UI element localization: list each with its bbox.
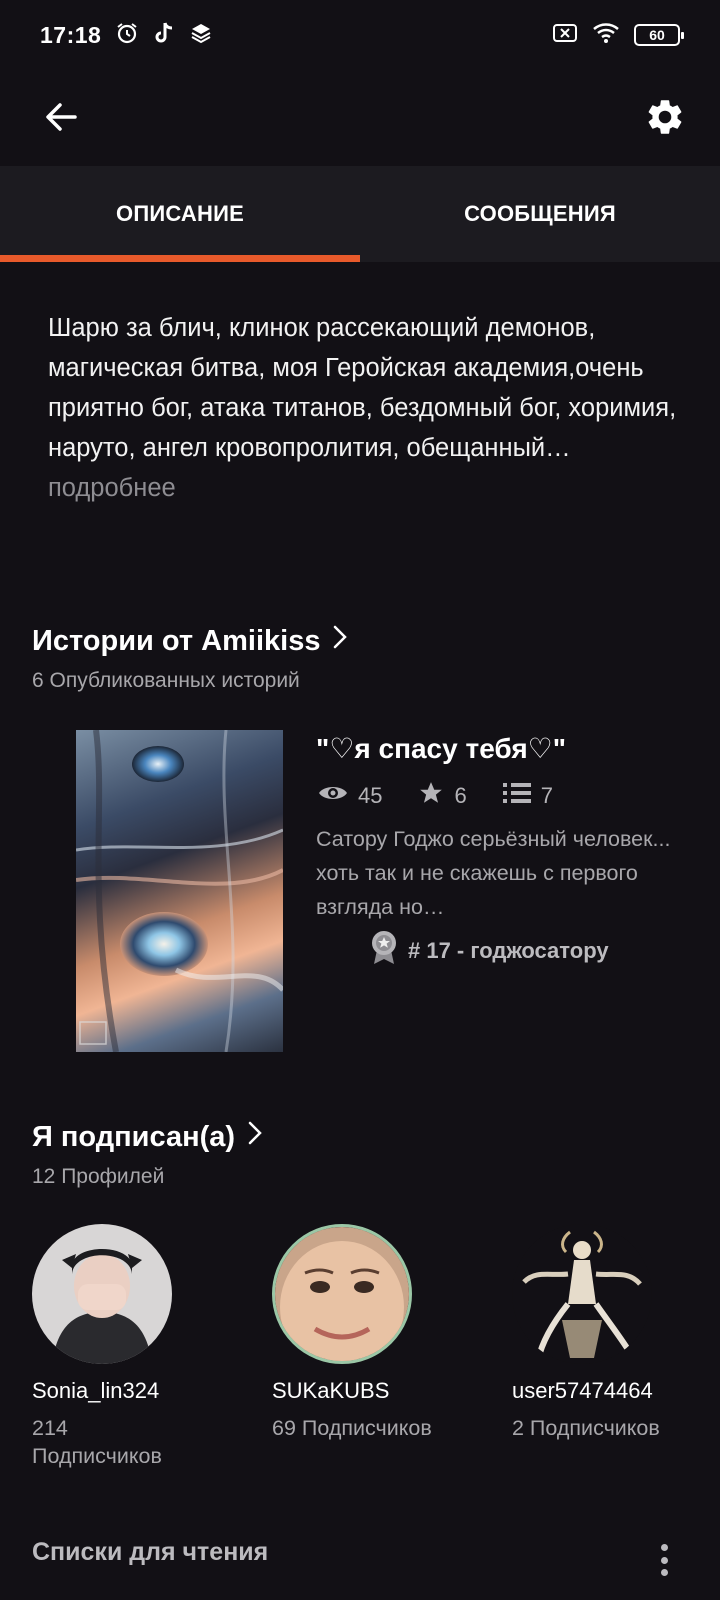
tab-messages[interactable]: СООБЩЕНИЯ [360, 166, 720, 262]
following-section-header[interactable]: Я подписан(а) [32, 1120, 263, 1154]
profile-name: SUKaKUBS [272, 1378, 390, 1403]
stories-section-title: Истории от Amiikiss [32, 624, 321, 657]
following-section-title: Я подписан(а) [32, 1120, 236, 1153]
profile-card[interactable]: Sonia_lin324 214 Подписчиков [32, 1224, 232, 1470]
star-icon [418, 780, 444, 812]
alarm-icon [115, 21, 139, 50]
avatar [512, 1224, 652, 1364]
read-more-link[interactable]: подробнее [48, 474, 176, 502]
story-cover-image[interactable] [76, 730, 283, 1052]
tiktok-icon [153, 21, 175, 50]
layers-icon [189, 21, 213, 50]
profile-name: user57474464 [512, 1378, 653, 1403]
chevron-right-icon [247, 1120, 263, 1154]
profile-card[interactable]: user57474464 2 Подписчиков [512, 1224, 712, 1442]
chevron-right-icon [332, 624, 348, 658]
following-count: 12 Профилей [32, 1165, 165, 1188]
votes-count: 6 [454, 783, 467, 808]
description-text: Шарю за блич, клинок рассекающий демонов… [48, 314, 677, 462]
gear-icon[interactable] [640, 92, 690, 142]
profile-followers: 214 Подписчиков [32, 1416, 162, 1468]
story-title[interactable]: "♡я спасу тебя♡" [316, 732, 566, 765]
reads-count: 45 [358, 783, 383, 808]
reading-lists-title: Списки для чтения [32, 1538, 269, 1566]
app-bar [0, 70, 720, 164]
story-rank-tag[interactable]: # 17 - годжосатору [370, 930, 609, 972]
avatar [272, 1224, 412, 1364]
status-bar: 17:18 60 [0, 0, 720, 70]
eye-icon [318, 783, 348, 809]
battery-level: 60 [649, 27, 665, 43]
no-sim-icon [552, 22, 578, 49]
status-time: 17:18 [40, 21, 102, 48]
list-icon [502, 782, 531, 810]
stories-count: 6 Опубликованных историй [32, 669, 300, 692]
profile-tabs: ОПИСАНИЕ СООБЩЕНИЯ [0, 166, 720, 262]
tag-label: # 17 - годжосатору [408, 938, 609, 963]
profile-followers: 69 Подписчиков [272, 1416, 432, 1440]
stories-section-header[interactable]: Истории от Amiikiss [32, 624, 348, 658]
parts-count: 7 [540, 783, 553, 808]
profile-followers: 2 Подписчиков [512, 1416, 660, 1440]
profile-name: Sonia_lin324 [32, 1378, 160, 1403]
profile-card[interactable]: SUKaKUBS 69 Подписчиков [272, 1224, 472, 1442]
wifi-icon [592, 22, 620, 49]
battery-icon: 60 [634, 24, 684, 46]
arrow-left-icon[interactable] [36, 92, 86, 142]
award-ribbon-icon [370, 930, 398, 972]
avatar [32, 1224, 172, 1364]
more-vertical-icon[interactable] [652, 1540, 676, 1580]
profile-description: Шарю за блич, клинок рассекающий демонов… [48, 308, 688, 508]
tab-description[interactable]: ОПИСАНИЕ [0, 166, 360, 262]
story-stats: 45 6 7 [318, 780, 553, 812]
story-description: Сатору Годжо серьёзный человек... хоть т… [316, 827, 671, 919]
